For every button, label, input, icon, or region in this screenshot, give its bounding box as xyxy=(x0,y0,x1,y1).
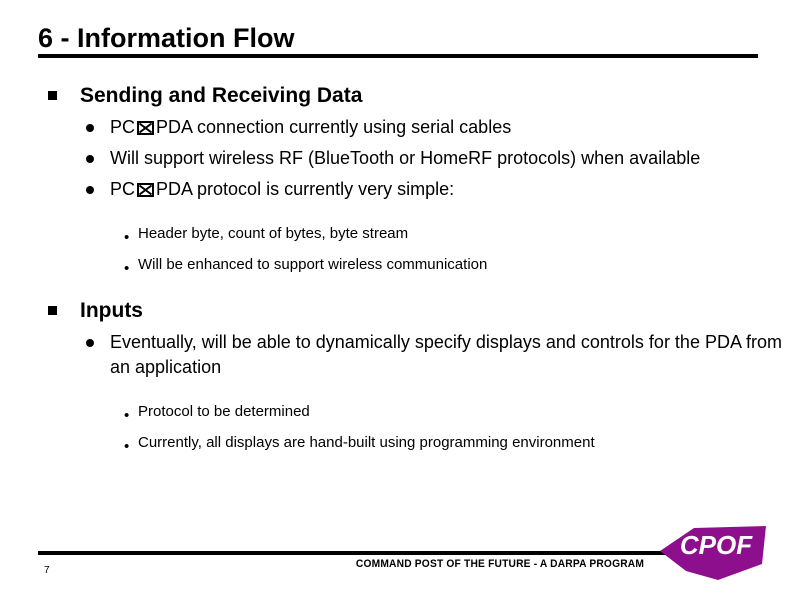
square-bullet-icon xyxy=(48,306,57,315)
sub-list-item-text: Will be enhanced to support wireless com… xyxy=(138,256,488,273)
sub-list-item-text: Currently, all displays are hand-built u… xyxy=(138,434,595,451)
bullet-text-pre: PC xyxy=(110,179,136,199)
dot-bullet-icon: • xyxy=(124,438,130,455)
footer-divider xyxy=(38,551,758,555)
sub-list-item: • Currently, all displays are hand-built… xyxy=(0,432,792,454)
logo-wordmark: CPOF xyxy=(680,530,753,560)
list-item: PC PDA protocol is currently very simple: xyxy=(0,177,792,202)
slide-body: Sending and Receiving Data PC PDA connect… xyxy=(0,83,792,454)
bullet-text-post: PDA protocol is currently very simple: xyxy=(156,179,455,199)
title-divider xyxy=(38,54,758,58)
sub-list-item-text: Header byte, count of bytes, byte stream xyxy=(138,225,409,242)
boxed-x-icon xyxy=(137,183,155,197)
dot-bullet-icon: • xyxy=(124,407,130,424)
bullet-text-post: PDA connection currently using serial ca… xyxy=(156,117,512,137)
bullet-text-pre: PC xyxy=(110,117,136,137)
dot-bullet-icon: • xyxy=(124,229,130,246)
square-bullet-icon xyxy=(48,91,57,100)
list-item: Will support wireless RF (BlueTooth or H… xyxy=(0,146,792,171)
list-item-text: Eventually, will be able to dynamically … xyxy=(110,332,782,377)
section-heading-label: Sending and Receiving Data xyxy=(80,84,363,107)
footer-tagline: COMMAND POST OF THE FUTURE - A DARPA PRO… xyxy=(355,558,645,570)
disc-bullet-icon xyxy=(86,124,94,132)
cpof-logo: CPOF xyxy=(658,524,770,582)
list-item-text: Will support wireless RF (BlueTooth or H… xyxy=(110,148,701,168)
disc-bullet-icon xyxy=(86,186,94,194)
boxed-x-icon xyxy=(137,121,155,135)
title-block: 6 - Information Flow xyxy=(38,22,758,54)
sub-list-item: • Protocol to be determined xyxy=(0,401,792,423)
section-heading-2: Inputs xyxy=(0,298,792,324)
list-item-text: PC PDA protocol is currently very simple: xyxy=(110,179,454,199)
page-number: 7 xyxy=(44,565,50,576)
disc-bullet-icon xyxy=(86,155,94,163)
dot-bullet-icon: • xyxy=(124,260,130,277)
sub-list-item-text: Protocol to be determined xyxy=(138,403,310,420)
sub-list-item: • Header byte, count of bytes, byte stre… xyxy=(0,223,792,245)
disc-bullet-icon xyxy=(86,339,94,347)
slide-canvas: 6 - Information Flow Sending and Receivi… xyxy=(0,0,792,612)
section-heading-label: Inputs xyxy=(80,299,143,322)
sub-list-item: • Will be enhanced to support wireless c… xyxy=(0,254,792,276)
section-heading-1: Sending and Receiving Data xyxy=(0,83,792,109)
list-item: Eventually, will be able to dynamically … xyxy=(0,330,792,380)
page-title: 6 - Information Flow xyxy=(38,23,295,53)
list-item-text: PC PDA connection currently using serial … xyxy=(110,117,511,137)
list-item: PC PDA connection currently using serial … xyxy=(0,115,792,140)
